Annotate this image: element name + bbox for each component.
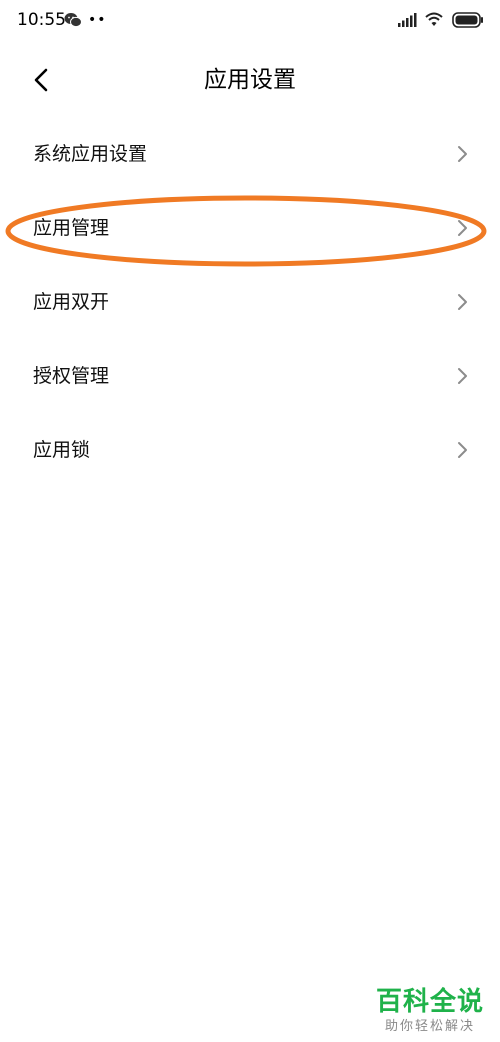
menu-item-app-lock[interactable]: 应用锁 (0, 413, 500, 487)
header-bar: 应用设置 (0, 52, 500, 108)
page-title: 应用设置 (204, 67, 296, 93)
chevron-right-icon (458, 220, 467, 236)
menu-item-label: 应用锁 (33, 439, 91, 461)
watermark-subtitle: 助你轻松解决 (384, 1019, 475, 1034)
menu-item-label: 应用双开 (33, 291, 110, 313)
signal-icon (398, 13, 417, 27)
chevron-right-icon (458, 294, 467, 310)
menu-item-system-app-settings[interactable]: 系统应用设置 (0, 117, 500, 191)
chevron-right-icon (458, 146, 467, 162)
battery-icon (452, 12, 483, 28)
menu-item-label: 应用管理 (33, 217, 110, 239)
menu-item-permissions[interactable]: 授权管理 (0, 339, 500, 413)
chevron-right-icon (458, 368, 467, 384)
wechat-icon (64, 13, 82, 28)
watermark-title: 百科全说 (375, 987, 484, 1017)
watermark-logo: 百科全说 助你轻松解决 (376, 986, 484, 1036)
status-time: 10:55 (17, 10, 66, 30)
notification-dots: •• (88, 12, 107, 28)
menu-item-dual-apps[interactable]: 应用双开 (0, 265, 500, 339)
settings-list: 系统应用设置 应用管理 应用双开 授权管理 应用锁 (0, 117, 500, 487)
wifi-icon (425, 12, 443, 26)
menu-item-app-management[interactable]: 应用管理 (0, 191, 500, 265)
chevron-right-icon (458, 442, 467, 458)
menu-item-label: 授权管理 (33, 365, 110, 387)
menu-item-label: 系统应用设置 (33, 143, 148, 165)
status-bar: 10:55 •• (0, 0, 500, 40)
